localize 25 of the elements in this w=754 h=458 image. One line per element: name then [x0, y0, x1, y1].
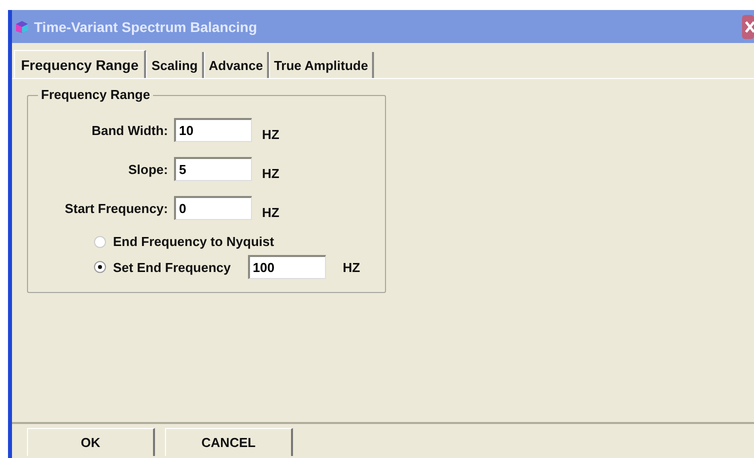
cube-icon	[14, 20, 30, 34]
window-title: Time-Variant Spectrum Balancing	[34, 18, 258, 34]
unit-label: HZ	[262, 166, 280, 180]
tab[interactable]: Advance	[204, 52, 269, 78]
unit-label: HZ	[342, 260, 360, 274]
radio-button[interactable]	[94, 236, 106, 248]
radio-label[interactable]: Set End Frequency	[113, 260, 231, 274]
tab[interactable]: Frequency Range	[14, 50, 146, 78]
radio-label[interactable]: End Frequency to Nyquist	[113, 234, 274, 249]
input-field[interactable]: 10	[174, 118, 252, 142]
input-field[interactable]: 0	[174, 196, 252, 220]
tab[interactable]: True Amplitude	[268, 52, 374, 78]
unit-label: HZ	[262, 204, 280, 220]
input-field[interactable]: 100	[248, 255, 326, 279]
field-label: Band Width:	[92, 122, 168, 138]
field-label: Slope:	[128, 162, 168, 176]
input-field[interactable]: 5	[174, 157, 252, 181]
tab[interactable]: Scaling	[146, 52, 204, 78]
group-title: Frequency Range	[38, 87, 154, 102]
close-icon[interactable]	[742, 14, 754, 38]
radio-button[interactable]	[94, 261, 106, 273]
unit-label: HZ	[262, 126, 280, 142]
dialog-button[interactable]: CANCEL	[165, 428, 293, 456]
field-label: Start Frequency:	[64, 200, 168, 216]
dialog-button[interactable]: OK	[27, 428, 155, 456]
